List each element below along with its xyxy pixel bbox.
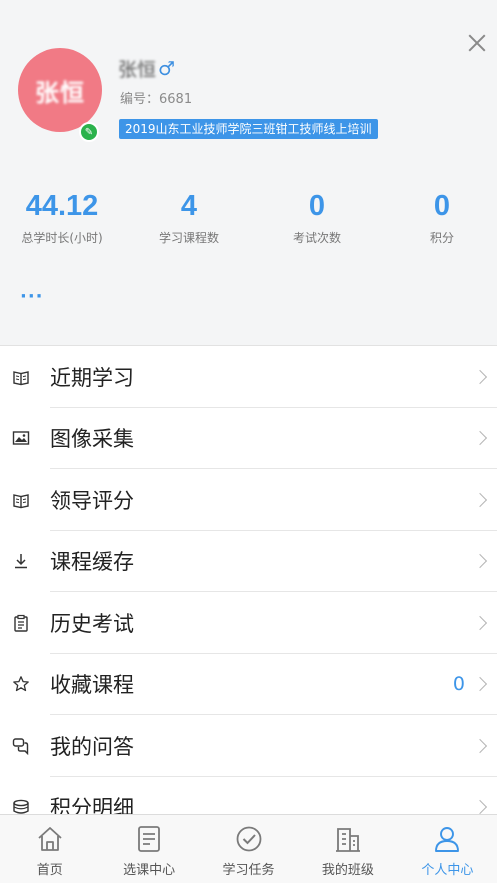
tab-label: 首页 <box>36 863 63 878</box>
chevron-right-icon <box>472 554 488 569</box>
tab-label: 学习任务 <box>222 863 275 878</box>
stat-label: 总学时长(小时) <box>21 231 103 245</box>
menu-item-recent-study[interactable]: 近期学习 <box>0 346 497 408</box>
avatar-text: 张恒 <box>35 78 85 107</box>
book-icon <box>12 491 30 509</box>
tab-learning-tasks[interactable]: 学习任务 <box>199 815 298 883</box>
chevron-right-icon <box>472 431 488 446</box>
tab-label: 选课中心 <box>123 863 176 878</box>
menu-item-image-capture[interactable]: 图像采集 <box>0 407 497 469</box>
download-icon <box>12 552 30 570</box>
stat-value: 4 <box>180 190 198 222</box>
menu-item-label: 收藏课程 <box>50 673 134 698</box>
star-icon <box>12 675 30 693</box>
book-icon <box>12 368 30 386</box>
menu-item-exam-history[interactable]: 历史考试 <box>0 592 497 654</box>
bottom-tab-bar: 首页 选课中心 学习任务 我的班级 个人中心 <box>0 814 497 883</box>
chevron-right-icon <box>472 800 488 815</box>
chevron-right-icon <box>472 615 488 630</box>
user-icon <box>435 827 460 852</box>
menu-item-favorite-courses[interactable]: 收藏课程 0 <box>0 653 497 715</box>
favorite-count: 0 <box>452 673 465 696</box>
close-icon[interactable] <box>462 30 492 60</box>
male-icon: ♂ <box>158 57 176 80</box>
chevron-right-icon <box>472 677 488 692</box>
clipboard-icon <box>12 614 30 632</box>
edit-avatar-icon[interactable]: ✎ <box>79 122 99 142</box>
tab-my-class[interactable]: 我的班级 <box>298 815 397 883</box>
menu-list: 近期学习 图像采集 领导评分 课程缓存 历史考试 收藏课程 0 我的问答 积分明… <box>0 345 497 838</box>
stat-label: 积分 <box>429 231 454 245</box>
menu-item-course-cache[interactable]: 课程缓存 <box>0 530 497 592</box>
menu-item-label: 近期学习 <box>50 365 134 390</box>
stat-exam-count[interactable]: 0 考试次数 <box>257 190 377 246</box>
stat-value: 44.12 <box>25 190 99 222</box>
stat-value: 0 <box>433 190 451 222</box>
menu-item-my-qa[interactable]: 我的问答 <box>0 715 497 777</box>
stat-label: 考试次数 <box>292 231 341 245</box>
menu-item-leader-rating[interactable]: 领导评分 <box>0 469 497 531</box>
stats-row: 44.12 总学时长(小时) 4 学习课程数 0 考试次数 0 积分 <box>0 190 497 260</box>
tab-home[interactable]: 首页 <box>0 815 99 883</box>
menu-item-label: 图像采集 <box>50 427 134 452</box>
tab-label: 个人中心 <box>421 863 474 878</box>
check-circle-icon <box>236 826 261 852</box>
tab-course-selection[interactable]: 选课中心 <box>99 815 198 883</box>
stat-points[interactable]: 0 积分 <box>382 190 497 246</box>
chevron-right-icon <box>472 738 488 753</box>
building-icon <box>335 828 360 852</box>
stat-label: 学习课程数 <box>158 231 219 245</box>
tab-personal-center[interactable]: 个人中心 <box>398 815 497 883</box>
chevron-right-icon <box>472 369 488 384</box>
home-icon <box>38 827 62 851</box>
user-name-text: 张恒 <box>118 59 157 81</box>
list-icon <box>138 826 161 852</box>
menu-item-label: 课程缓存 <box>50 550 134 575</box>
tab-label: 我的班级 <box>321 863 374 878</box>
image-icon <box>12 429 30 447</box>
more-icon[interactable]: ··· <box>20 286 44 307</box>
menu-item-label: 历史考试 <box>50 611 134 636</box>
stat-value: 0 <box>308 190 326 222</box>
menu-item-label: 我的问答 <box>50 734 134 759</box>
stat-course-count[interactable]: 4 学习课程数 <box>129 190 249 246</box>
class-tag: 2019山东工业技师学院三班钳工技师线上培训 <box>119 119 378 139</box>
avatar[interactable]: 张恒 <box>18 48 102 132</box>
user-id: 编号：6681 <box>120 92 193 107</box>
menu-item-label: 领导评分 <box>50 488 134 513</box>
user-name: 张恒 ♂ <box>118 55 175 82</box>
profile-header: 张恒 ✎ 张恒 ♂ 编号：6681 2019山东工业技师学院三班钳工技师线上培训… <box>0 0 497 345</box>
chevron-right-icon <box>472 492 488 507</box>
chat-icon <box>12 737 30 755</box>
stat-study-hours[interactable]: 44.12 总学时长(小时) <box>2 190 122 246</box>
